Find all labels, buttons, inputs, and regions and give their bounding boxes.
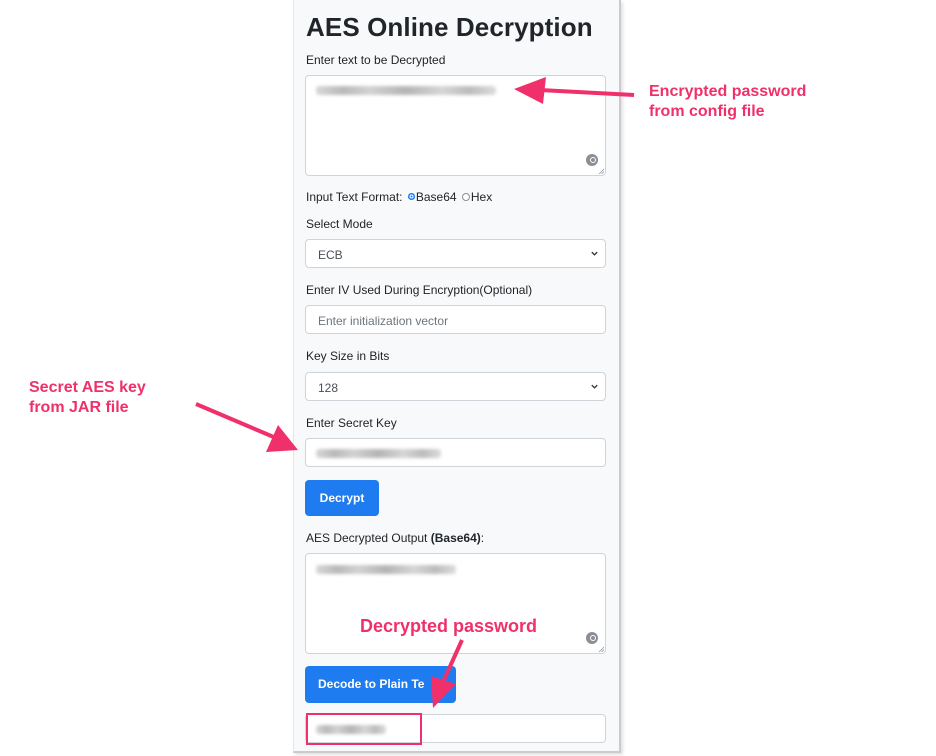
arrow-secret-head [266,425,298,452]
arrow-encrypted-head [514,77,546,104]
annotation-arrows [195,77,635,708]
arrow-decrypted-head [431,676,456,708]
arrow-decrypted-line [441,639,464,683]
arrow-secret-line [195,402,277,440]
arrow-encrypted-line [539,88,635,97]
